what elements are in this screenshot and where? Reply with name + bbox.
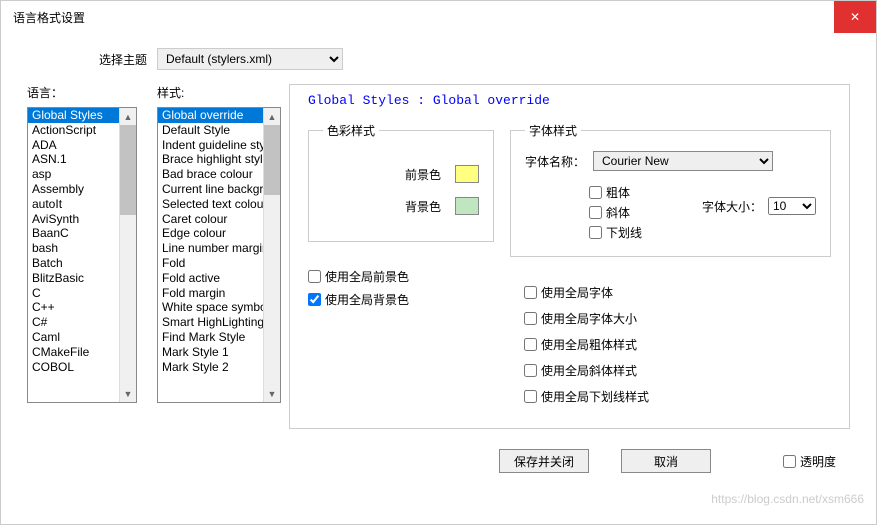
underline-check[interactable]: 下划线 <box>589 224 642 241</box>
list-item[interactable]: Mark Style 1 <box>158 345 263 360</box>
title-bar: 语言格式设置 <box>1 1 876 34</box>
theme-select[interactable]: Default (stylers.xml) <box>157 48 343 70</box>
list-item[interactable]: White space symbol <box>158 300 263 315</box>
scrollbar[interactable]: ▲ ▼ <box>119 108 136 402</box>
style-label: 样式: <box>157 84 281 101</box>
list-item[interactable]: Smart HighLighting <box>158 315 263 330</box>
list-item[interactable]: Caml <box>28 330 119 345</box>
list-item[interactable]: Global override <box>158 108 263 123</box>
style-list[interactable]: Global overrideDefault StyleIndent guide… <box>158 108 263 402</box>
list-item[interactable]: asp <box>28 167 119 182</box>
save-button[interactable]: 保存并关闭 <box>499 449 589 473</box>
list-item[interactable]: Batch <box>28 256 119 271</box>
language-list[interactable]: Global StylesActionScriptADAASN.1aspAsse… <box>28 108 119 402</box>
italic-check[interactable]: 斜体 <box>589 204 642 221</box>
list-item[interactable]: C++ <box>28 300 119 315</box>
style-header: Global Styles : Global override <box>308 93 831 108</box>
list-item[interactable]: C <box>28 286 119 301</box>
scroll-thumb[interactable] <box>120 125 136 215</box>
list-item[interactable]: Fold active <box>158 271 263 286</box>
global-underline-check[interactable]: 使用全局下划线样式 <box>524 388 831 405</box>
fg-swatch[interactable] <box>455 165 479 183</box>
list-item[interactable]: Find Mark Style <box>158 330 263 345</box>
font-size-label: 字体大小： <box>702 198 762 215</box>
bg-label: 背景色 <box>405 198 441 215</box>
list-item[interactable]: Indent guideline style <box>158 138 263 153</box>
close-icon: ✕ <box>850 10 860 24</box>
watermark: https://blog.csdn.net/xsm666 <box>711 492 864 506</box>
global-bg-check[interactable]: 使用全局背景色 <box>308 291 494 308</box>
global-font-check[interactable]: 使用全局字体 <box>524 284 831 301</box>
list-item[interactable]: ADA <box>28 138 119 153</box>
list-item[interactable]: Edge colour <box>158 226 263 241</box>
list-item[interactable]: Selected text colour <box>158 197 263 212</box>
font-legend: 字体样式 <box>525 122 581 139</box>
list-item[interactable]: BlitzBasic <box>28 271 119 286</box>
bg-swatch[interactable] <box>455 197 479 215</box>
list-item[interactable]: CMakeFile <box>28 345 119 360</box>
list-item[interactable]: Assembly <box>28 182 119 197</box>
list-item[interactable]: Fold <box>158 256 263 271</box>
global-size-check[interactable]: 使用全局字体大小 <box>524 310 831 327</box>
scroll-down-icon[interactable]: ▼ <box>264 385 280 402</box>
color-legend: 色彩样式 <box>323 122 379 139</box>
list-item[interactable]: Line number margin <box>158 241 263 256</box>
list-item[interactable]: Bad brace colour <box>158 167 263 182</box>
list-item[interactable]: Global Styles <box>28 108 119 123</box>
language-label: 语言： <box>27 84 137 101</box>
list-item[interactable]: bash <box>28 241 119 256</box>
window-title: 语言格式设置 <box>13 11 85 25</box>
color-group: 色彩样式 前景色 背景色 <box>308 122 494 242</box>
font-size-select[interactable]: 10 <box>768 197 816 215</box>
scrollbar[interactable]: ▲ ▼ <box>263 108 280 402</box>
theme-label: 选择主题 <box>99 51 147 68</box>
scroll-up-icon[interactable]: ▲ <box>264 108 280 125</box>
list-item[interactable]: autoIt <box>28 197 119 212</box>
list-item[interactable]: Caret colour <box>158 212 263 227</box>
transparent-check[interactable]: 透明度 <box>783 453 836 470</box>
global-bold-check[interactable]: 使用全局粗体样式 <box>524 336 831 353</box>
list-item[interactable]: C# <box>28 315 119 330</box>
list-item[interactable]: Fold margin <box>158 286 263 301</box>
font-name-select[interactable]: Courier New <box>593 151 773 171</box>
list-item[interactable]: BaanC <box>28 226 119 241</box>
scroll-thumb[interactable] <box>264 125 280 195</box>
list-item[interactable]: Current line background <box>158 182 263 197</box>
global-italic-check[interactable]: 使用全局斜体样式 <box>524 362 831 379</box>
list-item[interactable]: ActionScript <box>28 123 119 138</box>
list-item[interactable]: Default Style <box>158 123 263 138</box>
cancel-button[interactable]: 取消 <box>621 449 711 473</box>
bold-check[interactable]: 粗体 <box>589 184 642 201</box>
close-button[interactable]: ✕ <box>834 1 876 33</box>
list-item[interactable]: ASN.1 <box>28 152 119 167</box>
list-item[interactable]: Mark Style 2 <box>158 360 263 375</box>
scroll-up-icon[interactable]: ▲ <box>120 108 136 125</box>
list-item[interactable]: AviSynth <box>28 212 119 227</box>
global-fg-check[interactable]: 使用全局前景色 <box>308 268 494 285</box>
font-name-label: 字体名称： <box>525 153 585 170</box>
scroll-down-icon[interactable]: ▼ <box>120 385 136 402</box>
font-group: 字体样式 字体名称： Courier New 粗体 斜体 下划线 字体大小： <box>510 122 831 257</box>
fg-label: 前景色 <box>405 166 441 183</box>
list-item[interactable]: Brace highlight style <box>158 152 263 167</box>
list-item[interactable]: COBOL <box>28 360 119 375</box>
